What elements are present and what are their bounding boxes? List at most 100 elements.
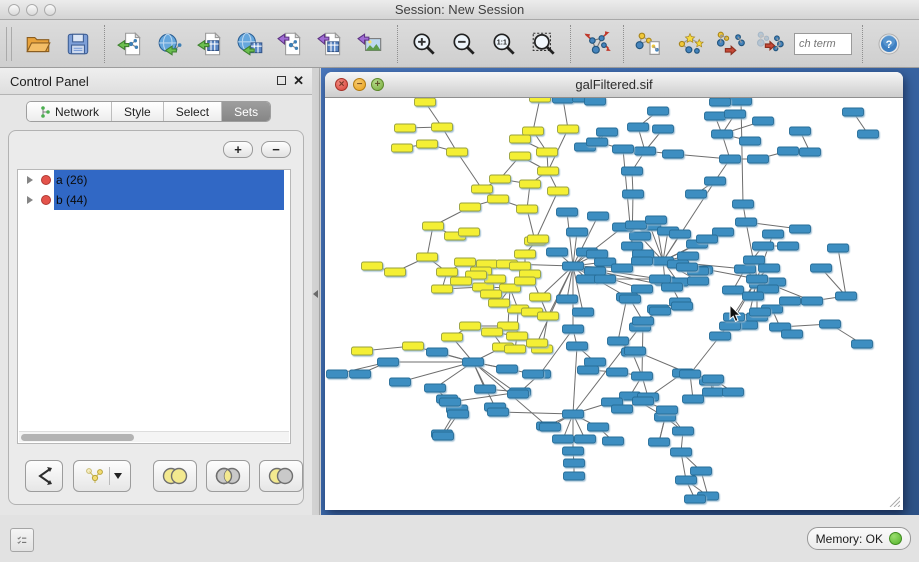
network-node[interactable] (447, 148, 468, 156)
tab-style[interactable]: Style (112, 102, 164, 121)
network-node[interactable] (547, 248, 568, 256)
zoom-fit-button[interactable] (524, 24, 564, 64)
network-node[interactable] (744, 256, 765, 264)
network-node[interactable] (710, 98, 731, 106)
horizontal-scrollbar[interactable] (19, 431, 289, 442)
network-node[interactable] (712, 130, 733, 138)
venn-intersection-button[interactable] (206, 460, 250, 492)
open-folder-button[interactable] (18, 24, 58, 64)
network-node[interactable] (563, 447, 584, 455)
network-node[interactable] (705, 177, 726, 185)
network-node[interactable] (759, 264, 780, 272)
network-node[interactable] (688, 277, 709, 285)
add-set-button[interactable]: + (223, 141, 253, 158)
network-node[interactable] (558, 125, 579, 133)
network-node[interactable] (622, 167, 643, 175)
network-node[interactable] (423, 222, 444, 230)
network-node[interactable] (437, 268, 458, 276)
network-node[interactable] (626, 221, 647, 229)
search-input[interactable] (794, 33, 852, 55)
memory-status-button[interactable]: Memory: OK (807, 527, 911, 550)
network-node[interactable] (662, 283, 683, 291)
network-node[interactable] (703, 388, 724, 396)
venn-difference-button[interactable] (259, 460, 303, 492)
network-node[interactable] (417, 253, 438, 261)
network-node[interactable] (557, 208, 578, 216)
network-node[interactable] (432, 285, 453, 293)
import-network-file-button[interactable] (111, 24, 151, 64)
network-node[interactable] (390, 378, 411, 386)
network-node[interactable] (385, 268, 406, 276)
network-node[interactable] (455, 258, 476, 266)
network-node[interactable] (530, 98, 551, 102)
resize-grip[interactable] (888, 495, 900, 507)
network-node[interactable] (395, 124, 416, 132)
network-node[interactable] (392, 144, 413, 152)
remove-set-button[interactable]: − (261, 141, 291, 158)
network-node[interactable] (607, 368, 628, 376)
network-node[interactable] (670, 230, 691, 238)
network-node[interactable] (507, 332, 528, 340)
network-node[interactable] (623, 190, 644, 198)
task-history-button[interactable] (10, 528, 34, 552)
network-node[interactable] (677, 263, 698, 271)
network-node[interactable] (378, 358, 399, 366)
network-node[interactable] (653, 125, 674, 133)
network-node[interactable] (648, 107, 669, 115)
network-node[interactable] (403, 342, 424, 350)
toolbar-drag-handle[interactable] (6, 27, 12, 61)
export-table-button[interactable] (311, 24, 351, 64)
network-node[interactable] (646, 216, 667, 224)
save-session-button[interactable] (58, 24, 98, 64)
expander-triangle-icon[interactable] (27, 196, 33, 204)
network-node[interactable] (790, 127, 811, 135)
network-node[interactable] (490, 175, 511, 183)
network-node[interactable] (433, 432, 454, 440)
venn-union-button[interactable] (153, 460, 197, 492)
network-node[interactable] (425, 384, 446, 392)
network-node[interactable] (657, 406, 678, 414)
network-node[interactable] (753, 242, 774, 250)
network-node[interactable] (481, 290, 502, 298)
network-node[interactable] (587, 138, 608, 146)
network-node[interactable] (628, 123, 649, 131)
network-node[interactable] (632, 372, 653, 380)
network-node[interactable] (723, 286, 744, 294)
network-canvas[interactable] (326, 98, 902, 509)
network-node[interactable] (743, 292, 764, 300)
network-node[interactable] (350, 370, 371, 378)
network-node[interactable] (778, 242, 799, 250)
network-node[interactable] (517, 205, 538, 213)
network-node[interactable] (527, 339, 548, 347)
network-node[interactable] (740, 137, 761, 145)
network-node[interactable] (852, 340, 873, 348)
network-node[interactable] (585, 358, 606, 366)
network-node[interactable] (697, 235, 718, 243)
network-node[interactable] (472, 185, 493, 193)
network-node[interactable] (460, 203, 481, 211)
network-node[interactable] (564, 459, 585, 467)
zoom-actual-size-button[interactable]: 1:1 (484, 24, 524, 64)
network-node[interactable] (800, 148, 821, 156)
network-node[interactable] (724, 313, 745, 321)
network-node[interactable] (650, 307, 671, 315)
network-node[interactable] (780, 297, 801, 305)
network-node[interactable] (663, 150, 684, 158)
network-node[interactable] (587, 250, 608, 258)
network-node[interactable] (828, 244, 849, 252)
network-node[interactable] (595, 275, 616, 283)
network-node[interactable] (563, 262, 584, 270)
network-node[interactable] (440, 398, 461, 406)
network-node[interactable] (673, 427, 694, 435)
network-node[interactable] (790, 225, 811, 233)
network-node[interactable] (463, 358, 484, 366)
network-node[interactable] (622, 242, 643, 250)
network-node[interactable] (820, 320, 841, 328)
zoom-in-button[interactable] (404, 24, 444, 64)
network-node[interactable] (763, 230, 784, 238)
network-node[interactable] (508, 390, 529, 398)
network-node[interactable] (748, 155, 769, 163)
help-button[interactable]: ? (869, 24, 909, 64)
create-network-from-selection-button[interactable] (670, 24, 710, 64)
network-node[interactable] (858, 130, 879, 138)
